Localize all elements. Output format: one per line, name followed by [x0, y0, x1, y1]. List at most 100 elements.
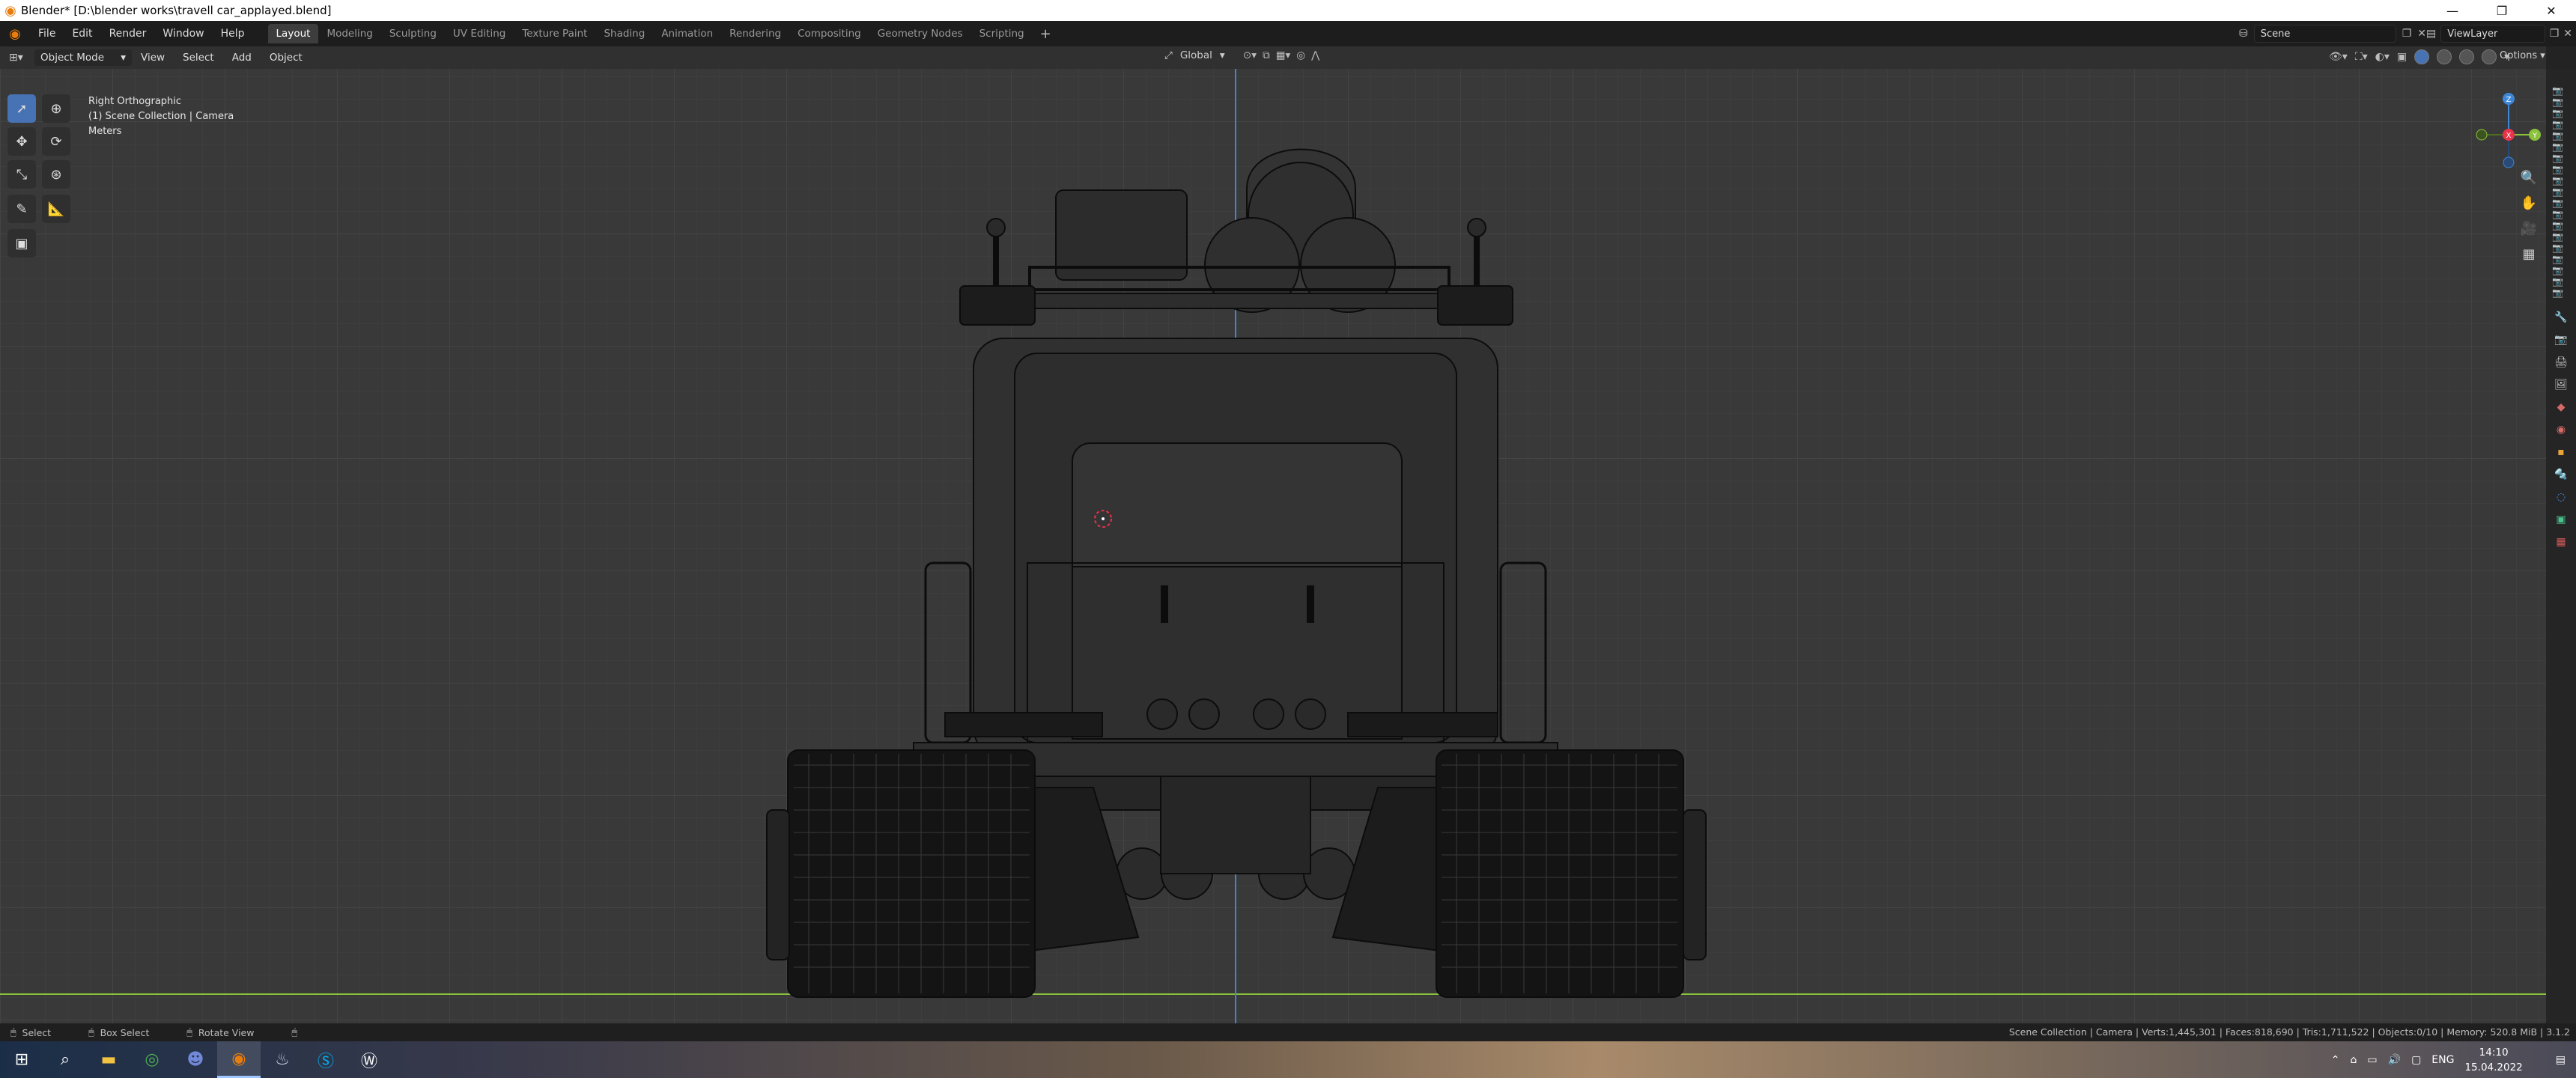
snap-target-icon[interactable]: ▦▾: [1276, 49, 1291, 61]
app-w-icon[interactable]: Ⓦ: [347, 1041, 391, 1078]
camera-visibility-icon[interactable]: 📷: [2552, 243, 2570, 253]
add-workspace-button[interactable]: +: [1033, 26, 1059, 42]
modifier-properties-icon[interactable]: 🔩: [2552, 466, 2570, 484]
move-tool-icon[interactable]: ✥: [7, 127, 36, 156]
tab-compositing[interactable]: Compositing: [789, 24, 869, 43]
blender-menu-icon[interactable]: ◉: [0, 26, 30, 42]
camera-visibility-icon[interactable]: 📷: [2552, 287, 2570, 298]
camera-visibility-icon[interactable]: 📷: [2552, 164, 2570, 174]
object-data-properties-icon[interactable]: ▣: [2552, 511, 2570, 529]
transform-orientation[interactable]: ⤢ Global ▾: [1164, 49, 1225, 61]
view-layer-name-field[interactable]: ViewLayer: [2440, 25, 2545, 43]
gizmo-neg-y-handle[interactable]: [2476, 129, 2488, 141]
snap-icon[interactable]: ⧉: [1263, 49, 1270, 61]
solid-shading-button[interactable]: [2437, 49, 2452, 64]
scene-properties-icon[interactable]: ◆: [2552, 398, 2570, 416]
wireframe-shading-button[interactable]: [2414, 49, 2430, 64]
delete-scene-icon[interactable]: ✕: [2417, 28, 2426, 40]
camera-visibility-icon[interactable]: 📷: [2552, 97, 2570, 107]
camera-visibility-icon[interactable]: 📷: [2552, 119, 2570, 130]
camera-visibility-icon[interactable]: 📷: [2552, 141, 2570, 152]
tab-uv-editing[interactable]: UV Editing: [445, 24, 514, 43]
options-dropdown[interactable]: Options ▾: [2500, 50, 2545, 61]
camera-visibility-icon[interactable]: 📷: [2552, 276, 2570, 287]
taskbar-clock[interactable]: 14:10 15.04.2022: [2464, 1045, 2522, 1075]
steam-icon[interactable]: ♨: [261, 1041, 304, 1078]
render-properties-icon[interactable]: 📷: [2552, 331, 2570, 349]
scene-name-field[interactable]: Scene: [2253, 25, 2396, 43]
physics-properties-icon[interactable]: ◌: [2552, 488, 2570, 506]
new-view-layer-icon[interactable]: ❐: [2550, 28, 2560, 40]
menu-select[interactable]: Select: [174, 52, 223, 64]
camera-visibility-icon[interactable]: 📷: [2552, 265, 2570, 275]
tab-shading[interactable]: Shading: [595, 24, 653, 43]
close-button[interactable]: ✕: [2527, 0, 2576, 21]
camera-visibility-icon[interactable]: 📷: [2552, 130, 2570, 141]
tab-modeling[interactable]: Modeling: [318, 24, 380, 43]
menu-help[interactable]: Help: [213, 28, 253, 40]
tab-layout[interactable]: Layout: [267, 24, 319, 43]
select-box-tool-icon[interactable]: ➚: [7, 94, 36, 123]
tray-volume-icon[interactable]: 🔊: [2388, 1054, 2401, 1066]
transform-tool-icon[interactable]: ⊛: [42, 160, 70, 189]
tray-network-icon[interactable]: ⌂: [2351, 1054, 2357, 1066]
menu-add[interactable]: Add: [223, 52, 261, 64]
camera-visibility-icon[interactable]: 📷: [2552, 186, 2570, 197]
camera-view-icon[interactable]: 🎥: [2518, 217, 2540, 240]
tab-sculpting[interactable]: Sculpting: [381, 24, 445, 43]
zoom-icon[interactable]: 🔍: [2518, 166, 2540, 189]
menu-object[interactable]: Object: [261, 52, 312, 64]
minimize-button[interactable]: —: [2428, 0, 2477, 21]
rendered-shading-button[interactable]: [2482, 49, 2497, 64]
tab-rendering[interactable]: Rendering: [721, 24, 789, 43]
falloff-icon[interactable]: ⋀: [1311, 49, 1319, 61]
annotate-tool-icon[interactable]: ✎: [7, 195, 36, 223]
chrome-icon[interactable]: ◎: [130, 1041, 174, 1078]
camera-visibility-icon[interactable]: 📷: [2552, 153, 2570, 163]
menu-window[interactable]: Window: [154, 28, 212, 40]
gizmo-neg-z-handle[interactable]: [2503, 156, 2515, 168]
xray-toggle-icon[interactable]: ▣: [2397, 51, 2407, 63]
add-cube-tool-icon[interactable]: ▣: [7, 229, 36, 258]
3d-viewport[interactable]: Right Orthographic (1) Scene Collection …: [0, 69, 2546, 1023]
menu-view[interactable]: View: [132, 52, 174, 64]
material-shading-button[interactable]: [2459, 49, 2475, 64]
tray-chevron-icon[interactable]: ⌃: [2331, 1054, 2340, 1066]
object-properties-icon[interactable]: ▪: [2552, 443, 2570, 461]
measure-tool-icon[interactable]: 📐: [42, 195, 70, 223]
menu-edit[interactable]: Edit: [64, 28, 100, 40]
language-indicator[interactable]: ENG: [2431, 1054, 2454, 1066]
menu-file[interactable]: File: [30, 28, 64, 40]
proportional-edit-icon[interactable]: ◎: [1296, 49, 1305, 61]
search-icon[interactable]: ⌕: [43, 1041, 87, 1078]
camera-visibility-icon[interactable]: 📷: [2552, 220, 2570, 231]
camera-visibility-icon[interactable]: 📷: [2552, 209, 2570, 219]
camera-visibility-icon[interactable]: 📷: [2552, 254, 2570, 264]
overlay-toggle-icon[interactable]: ◐▾: [2375, 51, 2390, 63]
editor-type-icon[interactable]: ⊞▾: [9, 52, 23, 64]
notification-icon[interactable]: ▤: [2556, 1054, 2566, 1066]
gizmo-toggle-icon[interactable]: ⛶▾: [2355, 51, 2368, 63]
windows-start-icon[interactable]: ⊞: [0, 1041, 43, 1078]
visibility-icon[interactable]: 👁▾: [2329, 51, 2348, 63]
menu-render[interactable]: Render: [101, 28, 155, 40]
camera-visibility-icon[interactable]: 📷: [2552, 175, 2570, 186]
ortho-grid-icon[interactable]: ▦: [2518, 243, 2540, 265]
texture-properties-icon[interactable]: ▦: [2552, 533, 2570, 551]
camera-visibility-icon[interactable]: 📷: [2552, 231, 2570, 242]
tab-animation[interactable]: Animation: [653, 24, 721, 43]
camera-visibility-icon[interactable]: 📷: [2552, 85, 2570, 96]
blender-taskbar-icon[interactable]: ◉: [217, 1041, 261, 1078]
camera-visibility-icon[interactable]: 📷: [2552, 198, 2570, 208]
maximize-button[interactable]: ❐: [2477, 0, 2527, 21]
pivot-icon[interactable]: ⊙▾: [1243, 49, 1257, 61]
tray-monitor-icon[interactable]: ▢: [2411, 1054, 2421, 1066]
cursor-tool-icon[interactable]: ⊕: [42, 94, 70, 123]
new-scene-icon[interactable]: ❐: [2402, 28, 2412, 40]
tray-battery-icon[interactable]: ▭: [2367, 1054, 2377, 1066]
tab-geometry-nodes[interactable]: Geometry Nodes: [869, 24, 971, 43]
tab-scripting[interactable]: Scripting: [971, 24, 1033, 43]
delete-view-layer-icon[interactable]: ✕: [2563, 28, 2572, 40]
discord-icon[interactable]: ☻: [174, 1041, 217, 1078]
skype-icon[interactable]: Ⓢ: [304, 1041, 347, 1078]
